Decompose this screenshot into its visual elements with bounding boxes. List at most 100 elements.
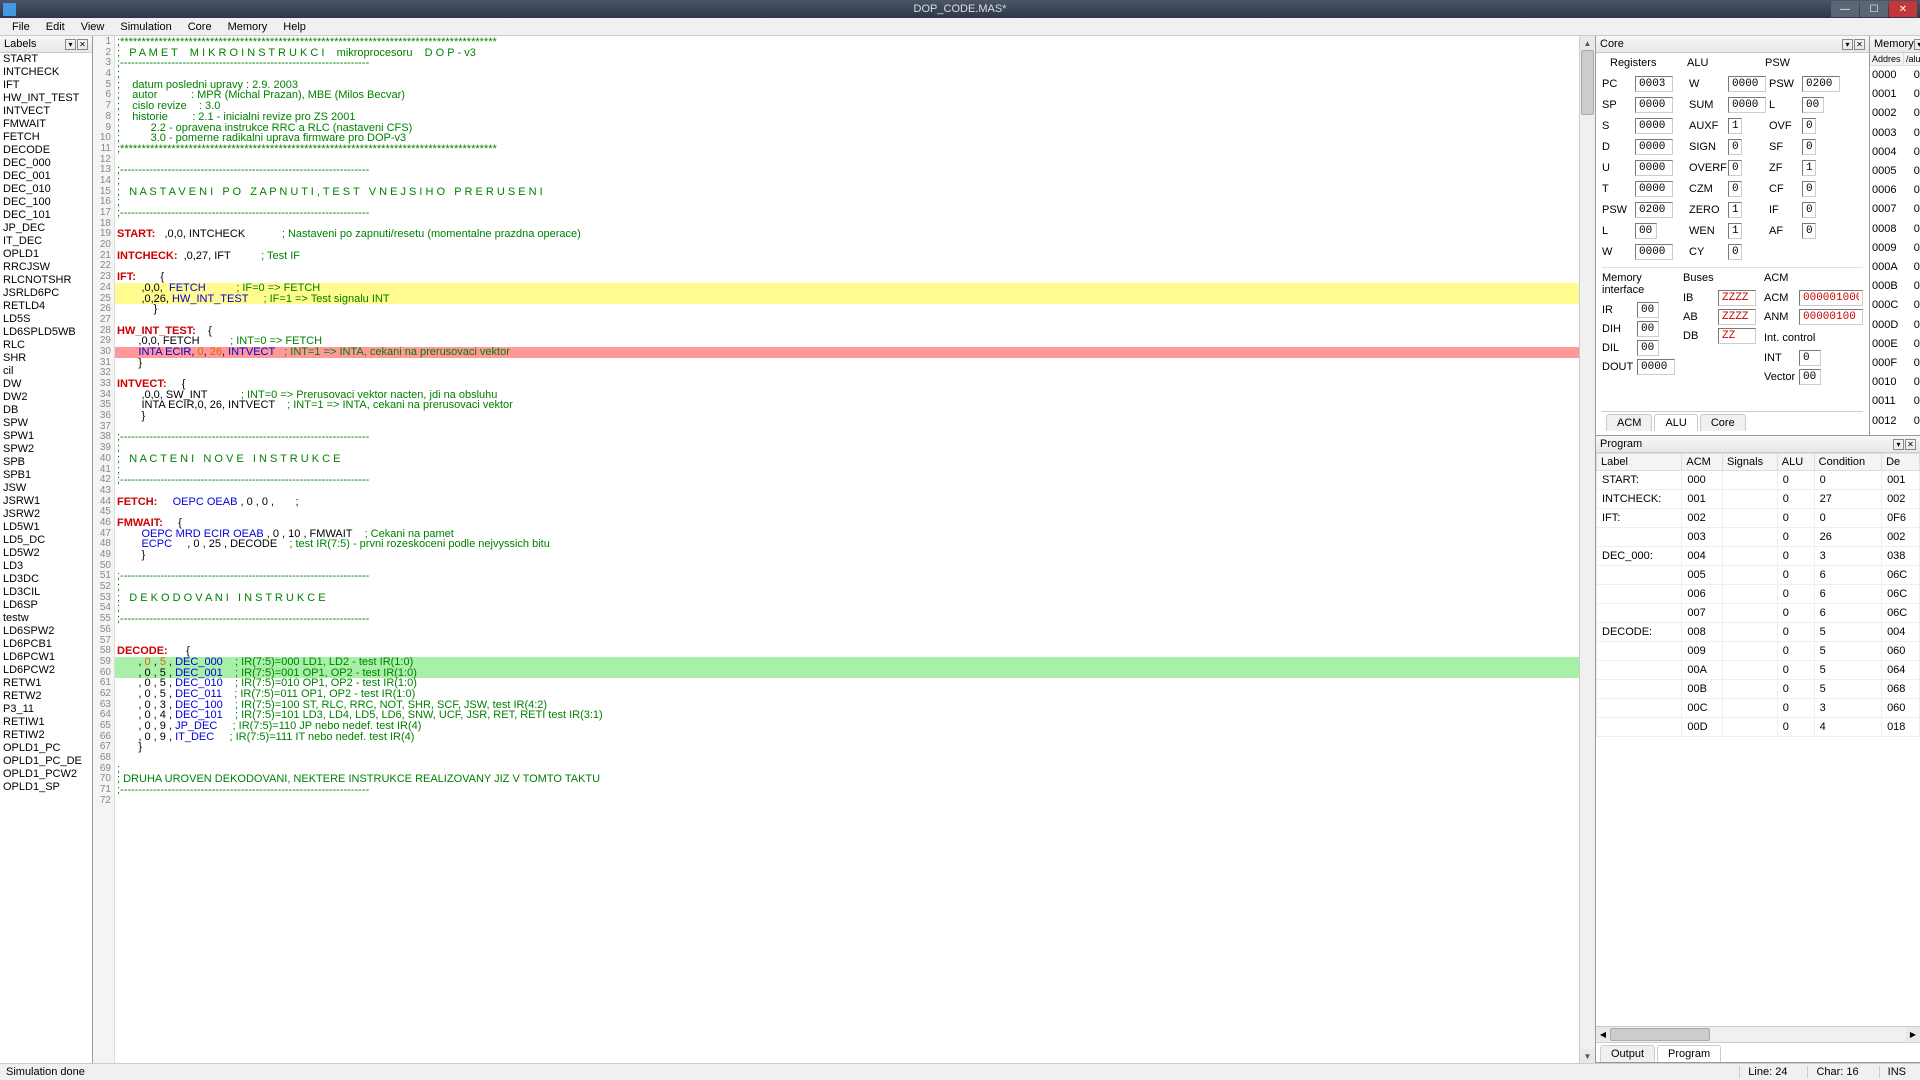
code-editor[interactable]: ;***************************************… [115,36,1579,1063]
label-item[interactable]: LD6SP [0,599,92,612]
code-line[interactable]: ;---------------------------------------… [115,571,1579,582]
memory-row[interactable]: 000700 [1870,200,1920,219]
hscroll-right-icon[interactable]: ▶ [1906,1027,1920,1041]
code-line[interactable]: INTA ECIR,0, 26, INTVECT ; INT=1 => INTA… [115,400,1579,411]
menu-edit[interactable]: Edit [38,19,73,35]
memory-row[interactable]: 000200 [1870,104,1920,123]
label-item[interactable]: DB [0,404,92,417]
label-item[interactable]: DEC_001 [0,170,92,183]
program-row[interactable]: INTCHECK:001027002 [1597,490,1920,509]
code-line[interactable]: FETCH: OEPC OEAB , 0 , 0 , ; [115,497,1579,508]
core-pin-icon[interactable]: ▾ [1842,39,1853,50]
memory-row[interactable]: 000400 [1870,143,1920,162]
program-row[interactable]: 00B05068 [1597,680,1920,699]
label-item[interactable]: RETLD4 [0,300,92,313]
program-row[interactable]: 0070606C [1597,604,1920,623]
label-item[interactable]: FMWAIT [0,118,92,131]
code-line[interactable]: ;---------------------------------------… [115,58,1579,69]
prog-tab-program[interactable]: Program [1657,1045,1721,1062]
reg-input-s[interactable] [1635,118,1673,134]
reg-input-u[interactable] [1635,160,1673,176]
alu-input[interactable] [1728,160,1742,176]
psw-input[interactable] [1802,202,1816,218]
memory-row[interactable]: 000F00 [1870,354,1920,373]
label-item[interactable]: OPLD1_PC [0,742,92,755]
code-line[interactable] [115,507,1579,518]
code-line[interactable]: ; N A C T E N I N O V E I N S T R U K C … [115,454,1579,465]
program-row[interactable]: 00905060 [1597,642,1920,661]
prog-col-signals[interactable]: Signals [1723,454,1778,471]
menu-core[interactable]: Core [180,19,220,35]
mem-col-addr[interactable]: Addres [1870,53,1904,65]
label-item[interactable]: LD6PCB1 [0,638,92,651]
label-item[interactable]: RETW2 [0,690,92,703]
reg-input-w[interactable] [1635,244,1673,260]
code-line[interactable]: ; autor : MPR (Michal Prazan), MBE (Milo… [115,90,1579,101]
program-row[interactable]: 003026002 [1597,528,1920,547]
label-item[interactable]: LD5W1 [0,521,92,534]
program-row[interactable]: 00C03060 [1597,699,1920,718]
label-item[interactable]: LD6SPLD5WB [0,326,92,339]
memory-row[interactable]: 000A00 [1870,258,1920,277]
code-line[interactable]: ;---------------------------------------… [115,432,1579,443]
psw-input[interactable] [1802,76,1840,92]
code-line[interactable]: ; [115,582,1579,593]
program-row[interactable]: 00D04018 [1597,718,1920,737]
alu-input[interactable] [1728,202,1742,218]
field-input-anm[interactable] [1799,309,1863,325]
scroll-up-icon[interactable]: ▲ [1580,36,1595,50]
field-input-dout[interactable] [1637,359,1675,375]
memory-row[interactable]: 000100 [1870,85,1920,104]
memory-row[interactable]: 000600 [1870,181,1920,200]
code-line[interactable]: ,0,26, HW_INT_TEST ; IF=1 => Test signal… [115,294,1579,305]
label-item[interactable]: DEC_010 [0,183,92,196]
label-item[interactable]: JSRW1 [0,495,92,508]
menu-simulation[interactable]: Simulation [112,19,179,35]
label-item[interactable]: SHR [0,352,92,365]
mem-pin-icon[interactable]: ▾ [1914,39,1920,50]
psw-input[interactable] [1802,181,1816,197]
memory-row[interactable]: 000B00 [1870,277,1920,296]
code-line[interactable]: ; N A S T A V E N I P O Z A P N U T I , … [115,187,1579,198]
psw-input[interactable] [1802,160,1816,176]
reg-input-l[interactable] [1635,223,1657,239]
label-item[interactable]: START [0,53,92,66]
prog-col-acm[interactable]: ACM [1682,454,1723,471]
code-line[interactable]: } [115,358,1579,369]
field-input-int[interactable] [1799,350,1821,366]
label-item[interactable]: HW_INT_TEST [0,92,92,105]
memory-row[interactable]: 000800 [1870,220,1920,239]
code-line[interactable] [115,796,1579,807]
panel-pin-icon[interactable]: ▾ [65,39,76,50]
code-line[interactable]: INTCHECK: ,0,27, IFT ; Test IF [115,251,1579,262]
code-line[interactable]: ECPC , 0 , 25 , DECODE ; test IR(7:5) - … [115,539,1579,550]
label-item[interactable]: OPLD1_SP [0,781,92,794]
label-item[interactable]: DW [0,378,92,391]
label-item[interactable]: RLCNOTSHR [0,274,92,287]
code-line[interactable]: ;---------------------------------------… [115,475,1579,486]
hscroll-thumb[interactable] [1610,1028,1710,1041]
memory-row[interactable]: 000500 [1870,162,1920,181]
code-line[interactable]: ;---------------------------------------… [115,614,1579,625]
label-item[interactable]: FETCH [0,131,92,144]
label-item[interactable]: SPB [0,456,92,469]
code-line[interactable] [115,753,1579,764]
program-row[interactable]: IFT:002000F6 [1597,509,1920,528]
label-item[interactable]: LD5S [0,313,92,326]
code-line[interactable]: , 0 , 9 , IT_DEC ; IR(7:5)=111 IT nebo n… [115,732,1579,743]
label-item[interactable]: RETIW2 [0,729,92,742]
menu-view[interactable]: View [73,19,113,35]
label-item[interactable]: INTVECT [0,105,92,118]
label-item[interactable]: INTCHECK [0,66,92,79]
minimize-button[interactable]: — [1831,1,1859,17]
field-input-dih[interactable] [1637,321,1659,337]
program-row[interactable]: DEC_000:00403038 [1597,547,1920,566]
prog-close-icon[interactable]: ✕ [1905,439,1916,450]
code-line[interactable]: IFT: { [115,272,1579,283]
code-line[interactable] [115,368,1579,379]
label-item[interactable]: JSRLD6PC [0,287,92,300]
memory-row[interactable]: 000D00 [1870,316,1920,335]
alu-input[interactable] [1728,223,1742,239]
mem-col-val[interactable]: /alu [1904,53,1920,65]
field-input-ab[interactable] [1718,309,1756,325]
